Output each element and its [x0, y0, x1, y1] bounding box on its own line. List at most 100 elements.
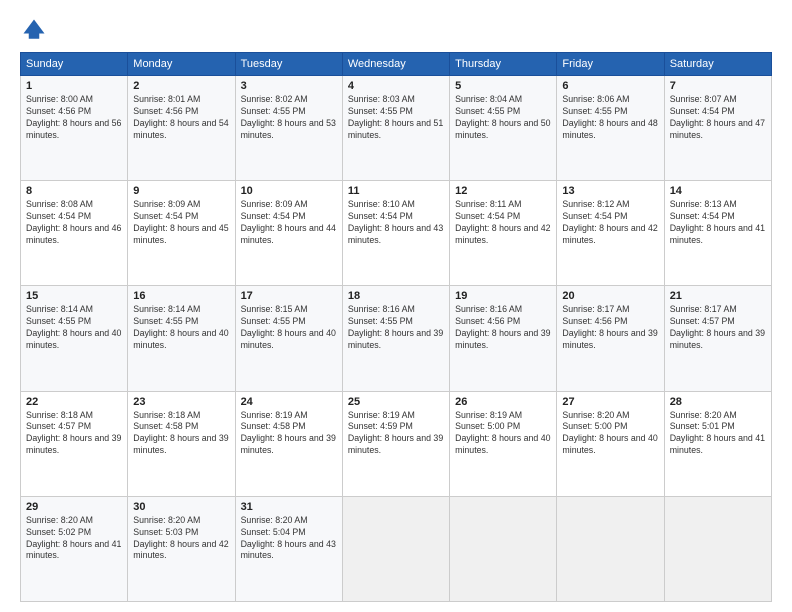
calendar-week-3: 15 Sunrise: 8:14 AMSunset: 4:55 PMDaylig…: [21, 286, 772, 391]
day-cell-22: 22 Sunrise: 8:18 AMSunset: 4:57 PMDaylig…: [21, 391, 128, 496]
day-cell-26: 26 Sunrise: 8:19 AMSunset: 5:00 PMDaylig…: [450, 391, 557, 496]
calendar-week-2: 8 Sunrise: 8:08 AMSunset: 4:54 PMDayligh…: [21, 181, 772, 286]
logo: [20, 16, 52, 44]
day-cell-10: 10 Sunrise: 8:09 AMSunset: 4:54 PMDaylig…: [235, 181, 342, 286]
day-number: 8: [26, 185, 122, 197]
day-number: 9: [133, 185, 229, 197]
day-cell-20: 20 Sunrise: 8:17 AMSunset: 4:56 PMDaylig…: [557, 286, 664, 391]
day-number: 10: [241, 185, 337, 197]
day-detail: Sunrise: 8:09 AMSunset: 4:54 PMDaylight:…: [241, 199, 336, 245]
calendar-week-1: 1 Sunrise: 8:00 AMSunset: 4:56 PMDayligh…: [21, 76, 772, 181]
day-detail: Sunrise: 8:07 AMSunset: 4:54 PMDaylight:…: [670, 94, 765, 140]
day-number: 11: [348, 185, 444, 197]
day-detail: Sunrise: 8:13 AMSunset: 4:54 PMDaylight:…: [670, 199, 765, 245]
day-detail: Sunrise: 8:14 AMSunset: 4:55 PMDaylight:…: [133, 304, 228, 350]
calendar-week-5: 29 Sunrise: 8:20 AMSunset: 5:02 PMDaylig…: [21, 496, 772, 601]
day-detail: Sunrise: 8:16 AMSunset: 4:55 PMDaylight:…: [348, 304, 443, 350]
calendar-table: SundayMondayTuesdayWednesdayThursdayFrid…: [20, 52, 772, 602]
day-detail: Sunrise: 8:20 AMSunset: 5:00 PMDaylight:…: [562, 410, 657, 456]
day-detail: Sunrise: 8:19 AMSunset: 4:58 PMDaylight:…: [241, 410, 336, 456]
day-detail: Sunrise: 8:00 AMSunset: 4:56 PMDaylight:…: [26, 94, 121, 140]
day-detail: Sunrise: 8:16 AMSunset: 4:56 PMDaylight:…: [455, 304, 550, 350]
day-number: 20: [562, 290, 658, 302]
day-number: 16: [133, 290, 229, 302]
day-detail: Sunrise: 8:11 AMSunset: 4:54 PMDaylight:…: [455, 199, 550, 245]
day-header-monday: Monday: [128, 53, 235, 76]
day-detail: Sunrise: 8:02 AMSunset: 4:55 PMDaylight:…: [241, 94, 336, 140]
day-number: 27: [562, 396, 658, 408]
day-number: 5: [455, 80, 551, 92]
empty-cell: [557, 496, 664, 601]
day-header-sunday: Sunday: [21, 53, 128, 76]
day-detail: Sunrise: 8:04 AMSunset: 4:55 PMDaylight:…: [455, 94, 550, 140]
day-number: 3: [241, 80, 337, 92]
header: [20, 16, 772, 44]
day-number: 18: [348, 290, 444, 302]
day-detail: Sunrise: 8:06 AMSunset: 4:55 PMDaylight:…: [562, 94, 657, 140]
day-detail: Sunrise: 8:01 AMSunset: 4:56 PMDaylight:…: [133, 94, 228, 140]
day-cell-29: 29 Sunrise: 8:20 AMSunset: 5:02 PMDaylig…: [21, 496, 128, 601]
day-header-saturday: Saturday: [664, 53, 771, 76]
day-cell-9: 9 Sunrise: 8:09 AMSunset: 4:54 PMDayligh…: [128, 181, 235, 286]
day-number: 23: [133, 396, 229, 408]
day-number: 25: [348, 396, 444, 408]
day-number: 4: [348, 80, 444, 92]
day-detail: Sunrise: 8:03 AMSunset: 4:55 PMDaylight:…: [348, 94, 443, 140]
day-number: 21: [670, 290, 766, 302]
day-number: 15: [26, 290, 122, 302]
day-detail: Sunrise: 8:20 AMSunset: 5:03 PMDaylight:…: [133, 515, 228, 561]
day-detail: Sunrise: 8:18 AMSunset: 4:58 PMDaylight:…: [133, 410, 228, 456]
day-cell-25: 25 Sunrise: 8:19 AMSunset: 4:59 PMDaylig…: [342, 391, 449, 496]
day-cell-1: 1 Sunrise: 8:00 AMSunset: 4:56 PMDayligh…: [21, 76, 128, 181]
day-cell-12: 12 Sunrise: 8:11 AMSunset: 4:54 PMDaylig…: [450, 181, 557, 286]
day-number: 31: [241, 501, 337, 513]
day-detail: Sunrise: 8:15 AMSunset: 4:55 PMDaylight:…: [241, 304, 336, 350]
day-cell-6: 6 Sunrise: 8:06 AMSunset: 4:55 PMDayligh…: [557, 76, 664, 181]
empty-cell: [450, 496, 557, 601]
day-number: 22: [26, 396, 122, 408]
day-cell-13: 13 Sunrise: 8:12 AMSunset: 4:54 PMDaylig…: [557, 181, 664, 286]
day-number: 14: [670, 185, 766, 197]
day-detail: Sunrise: 8:19 AMSunset: 5:00 PMDaylight:…: [455, 410, 550, 456]
day-cell-17: 17 Sunrise: 8:15 AMSunset: 4:55 PMDaylig…: [235, 286, 342, 391]
day-cell-24: 24 Sunrise: 8:19 AMSunset: 4:58 PMDaylig…: [235, 391, 342, 496]
day-cell-7: 7 Sunrise: 8:07 AMSunset: 4:54 PMDayligh…: [664, 76, 771, 181]
day-cell-5: 5 Sunrise: 8:04 AMSunset: 4:55 PMDayligh…: [450, 76, 557, 181]
day-cell-27: 27 Sunrise: 8:20 AMSunset: 5:00 PMDaylig…: [557, 391, 664, 496]
day-detail: Sunrise: 8:18 AMSunset: 4:57 PMDaylight:…: [26, 410, 121, 456]
day-number: 2: [133, 80, 229, 92]
day-cell-2: 2 Sunrise: 8:01 AMSunset: 4:56 PMDayligh…: [128, 76, 235, 181]
day-cell-15: 15 Sunrise: 8:14 AMSunset: 4:55 PMDaylig…: [21, 286, 128, 391]
day-cell-30: 30 Sunrise: 8:20 AMSunset: 5:03 PMDaylig…: [128, 496, 235, 601]
day-header-friday: Friday: [557, 53, 664, 76]
empty-cell: [664, 496, 771, 601]
day-header-wednesday: Wednesday: [342, 53, 449, 76]
day-cell-18: 18 Sunrise: 8:16 AMSunset: 4:55 PMDaylig…: [342, 286, 449, 391]
day-cell-16: 16 Sunrise: 8:14 AMSunset: 4:55 PMDaylig…: [128, 286, 235, 391]
day-detail: Sunrise: 8:17 AMSunset: 4:57 PMDaylight:…: [670, 304, 765, 350]
day-number: 13: [562, 185, 658, 197]
day-header-tuesday: Tuesday: [235, 53, 342, 76]
day-number: 19: [455, 290, 551, 302]
day-cell-21: 21 Sunrise: 8:17 AMSunset: 4:57 PMDaylig…: [664, 286, 771, 391]
day-cell-19: 19 Sunrise: 8:16 AMSunset: 4:56 PMDaylig…: [450, 286, 557, 391]
day-number: 30: [133, 501, 229, 513]
day-number: 28: [670, 396, 766, 408]
empty-cell: [342, 496, 449, 601]
day-number: 7: [670, 80, 766, 92]
day-number: 26: [455, 396, 551, 408]
calendar-header-row: SundayMondayTuesdayWednesdayThursdayFrid…: [21, 53, 772, 76]
day-detail: Sunrise: 8:08 AMSunset: 4:54 PMDaylight:…: [26, 199, 121, 245]
day-number: 1: [26, 80, 122, 92]
day-cell-4: 4 Sunrise: 8:03 AMSunset: 4:55 PMDayligh…: [342, 76, 449, 181]
day-number: 29: [26, 501, 122, 513]
page: SundayMondayTuesdayWednesdayThursdayFrid…: [0, 0, 792, 612]
day-detail: Sunrise: 8:09 AMSunset: 4:54 PMDaylight:…: [133, 199, 228, 245]
day-cell-8: 8 Sunrise: 8:08 AMSunset: 4:54 PMDayligh…: [21, 181, 128, 286]
day-cell-28: 28 Sunrise: 8:20 AMSunset: 5:01 PMDaylig…: [664, 391, 771, 496]
day-detail: Sunrise: 8:19 AMSunset: 4:59 PMDaylight:…: [348, 410, 443, 456]
day-cell-14: 14 Sunrise: 8:13 AMSunset: 4:54 PMDaylig…: [664, 181, 771, 286]
day-cell-23: 23 Sunrise: 8:18 AMSunset: 4:58 PMDaylig…: [128, 391, 235, 496]
day-header-thursday: Thursday: [450, 53, 557, 76]
day-number: 6: [562, 80, 658, 92]
